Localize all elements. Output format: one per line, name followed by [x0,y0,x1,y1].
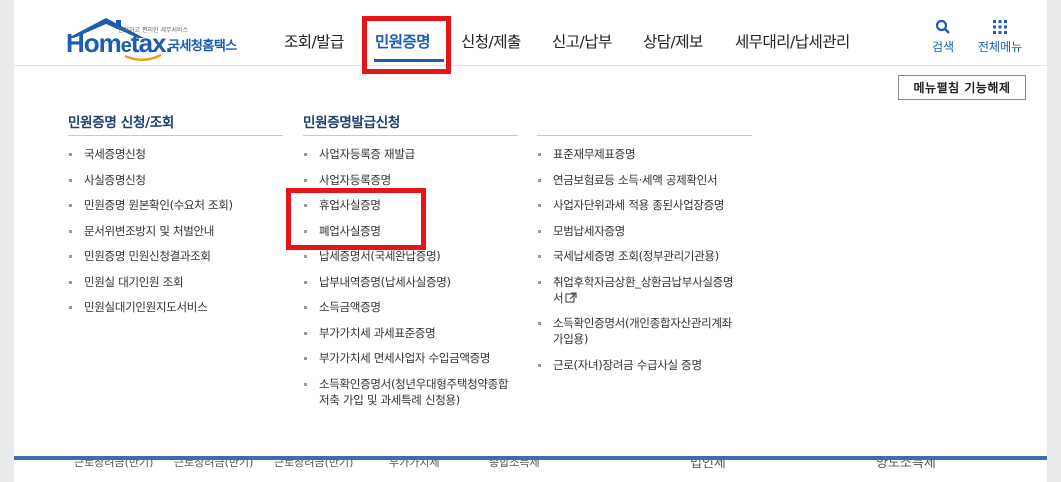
gnb-item-inquiry[interactable]: 조회/발급 [284,30,344,52]
gnb-item-application[interactable]: 신청/제출 [461,30,521,52]
search-icon [935,19,950,34]
external-link-icon [565,291,577,303]
search-button[interactable]: 검색 [932,18,954,55]
background-text: 양도소득세 [876,460,936,471]
gnb-item-report-payment[interactable]: 신고/납부 [552,30,612,52]
menu-item-waiting-count[interactable]: 민원실 대기인원 조회 [68,274,283,290]
menu-item-financial-statements-proof[interactable]: 표준재무제표증명 [537,146,752,162]
all-menu-button[interactable]: 전체메뉴 [978,18,1022,55]
search-label: 검색 [932,40,955,54]
all-menu-label: 전체메뉴 [978,40,1023,54]
column-title: 민원증명발급신청 [303,115,400,131]
background-text: 근로장려금(반기) [74,460,154,469]
menu-item-vat-tax-base-proof[interactable]: 부가가치세 과세표준증명 [303,325,518,341]
menu-item-waiting-map[interactable]: 민원실대기인원지도서비스 [68,299,283,315]
highlight-box-closure-items [286,188,426,250]
menu-item-student-loan-repayment-proof[interactable]: 취업후학자금상환_상환금납부사실증명서 [537,274,742,306]
column-title: 민원증명 신청/조회 [68,115,174,131]
menu-item-subsidiary-workplace-proof[interactable]: 사업자단위과세 적용 종된사업장증명 [537,197,752,213]
column-title [537,111,752,135]
menu-item-tax-payment-certificate[interactable]: 납세증명서(국세완납증명) [303,248,518,264]
background-text: 부가가치세 [389,460,440,469]
menu-item-income-amount-proof[interactable]: 소득금액증명 [303,299,518,315]
menu-item-business-registration-proof[interactable]: 사업자등록증명 [303,172,518,188]
column-certificate-issuance: 민원증명발급신청 사업자등록증 재발급 사업자등록증명 휴업사실증명 폐업사실증… [303,111,518,417]
menu-item-business-registration-reissue[interactable]: 사업자등록증 재발급 [303,146,518,162]
column-divider [68,135,283,136]
highlight-box-gnb [362,16,451,74]
menu-item-student-loan-label: 취업후학자금상환_상환금납부사실증명서 [553,274,734,305]
logo-swoosh-icon [124,54,162,61]
column-divider [537,135,752,136]
menu-item-earned-income-credit-proof[interactable]: 근로(자녀)장려금 수급사실 증명 [537,357,752,373]
header: 안전하고 편리한 세무서비스 Hometax. 국세청홈택스 조회/발급 민원증… [14,0,1047,66]
background-text: 근로장려금(반기) [274,460,354,469]
menu-item-forgery-prevention[interactable]: 문서위변조방지 및 처벌안내 [68,223,283,239]
mega-menu-panel: 안전하고 편리한 세무서비스 Hometax. 국세청홈택스 조회/발급 민원증… [14,0,1047,460]
menu-item-original-check[interactable]: 민원증명 원본확인(수요처 조회) [68,197,283,213]
background-text: 법인세 [690,460,726,471]
menu-item-payment-history-proof[interactable]: 납부내역증명(납세사실증명) [303,274,518,290]
menu-item-youth-savings-income-proof[interactable]: 소득확인증명서(청년우대형주택청약종합저축 가입 및 과세특례 신청용) [303,376,518,408]
menu-item-vat-exempt-revenue-proof[interactable]: 부가가치세 면세사업자 수입금액증명 [303,350,518,366]
hometax-logo[interactable]: 안전하고 편리한 세무서비스 Hometax. 국세청홈택스 [66,16,256,62]
logo-korean-name: 국세청홈택스 [168,39,237,54]
grid-menu-icon [993,20,1008,34]
gnb-item-consult[interactable]: 상담/제보 [643,30,703,52]
menu-item-isa-income-proof[interactable]: 소득확인증명서(개인종합자산관리계좌 가입용) [537,315,742,347]
menu-item-tax-payment-inquiry-gov[interactable]: 국세납세증명 조회(정부관리기관용) [537,248,752,264]
column-civil-certificate-inquiry: 민원증명 신청/조회 국세증명신청 사실증명신청 민원증명 원본확인(수요처 조… [68,111,283,325]
background-text: 근로장려금(반기) [174,460,254,469]
gnb-item-tax-agent[interactable]: 세무대리/납세관리 [735,30,850,52]
menu-item-request-result[interactable]: 민원증명 민원신청결과조회 [68,248,283,264]
column-divider [303,135,518,136]
logo-wordmark-hom: Hom [66,28,122,58]
background-page-strip: 근로장려금(반기) 근로장려금(반기) 근로장려금(반기) 부가가치세 종합소득… [14,460,1047,482]
menu-expand-toggle-button[interactable]: 메뉴펼침 기능해제 [898,75,1026,100]
column-certificate-issuance-more: 표준재무제표증명 연금보험료등 소득·세액 공제확인서 사업자단위과세 적용 종… [537,111,752,382]
menu-item-pension-deduction-confirm[interactable]: 연금보험료등 소득·세액 공제확인서 [537,172,752,188]
background-text: 종합소득세 [489,460,540,469]
menu-item-national-tax-certificate[interactable]: 국세증명신청 [68,146,283,162]
menu-item-fact-certificate[interactable]: 사실증명신청 [68,172,283,188]
menu-item-model-taxpayer-proof[interactable]: 모범납세자증명 [537,223,752,239]
